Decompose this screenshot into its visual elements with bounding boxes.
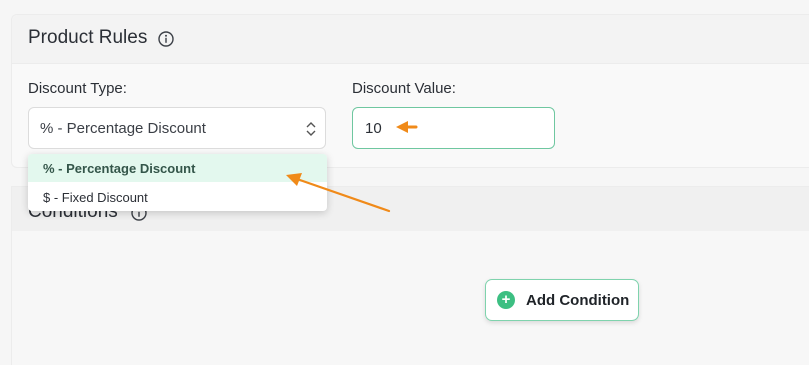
dropdown-option-label: $ - Fixed Discount <box>43 190 148 205</box>
dropdown-option-label: % - Percentage Discount <box>43 161 196 176</box>
discount-value-text: 10 <box>365 120 382 137</box>
discount-type-label: Discount Type: <box>28 80 127 97</box>
discount-value-input[interactable]: 10 <box>352 107 555 149</box>
dropdown-option-fixed[interactable]: $ - Fixed Discount <box>28 183 327 211</box>
discount-type-select[interactable]: % - Percentage Discount <box>28 107 326 149</box>
discount-value-label: Discount Value: <box>352 80 456 97</box>
product-rules-card: Product Rules Discount Type: % - Percent… <box>11 14 809 168</box>
plus-circle-icon: + <box>497 291 515 309</box>
discount-type-dropdown: % - Percentage Discount $ - Fixed Discou… <box>28 154 327 211</box>
add-condition-label: Add Condition <box>526 292 630 309</box>
product-rules-header: Product Rules <box>12 15 809 64</box>
conditions-card: Conditions <box>11 186 809 365</box>
chevron-up-down-icon <box>305 120 317 143</box>
discount-type-value: % - Percentage Discount <box>40 120 206 137</box>
product-rules-title: Product Rules <box>28 27 148 48</box>
add-condition-button[interactable]: + Add Condition <box>485 279 639 321</box>
info-icon[interactable] <box>157 30 175 53</box>
dropdown-option-percentage[interactable]: % - Percentage Discount <box>28 154 327 182</box>
